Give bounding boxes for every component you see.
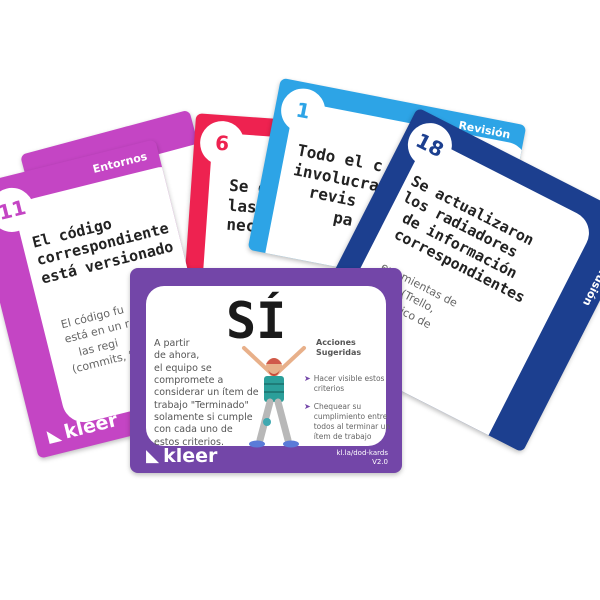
card-url: kl.la/dod-kards V2.0 — [336, 449, 388, 467]
actions-title: Acciones Sugeridas — [316, 338, 362, 358]
url-text: kl.la/dod-kards — [336, 448, 388, 457]
kleer-logo-icon: ◣ — [45, 424, 64, 447]
card-category: Difusión — [579, 256, 600, 309]
action-text: Chequear su cumplimiento entre todos al … — [313, 402, 391, 442]
arrow-right-icon: ➤ — [304, 374, 311, 383]
kleer-logo-icon: ◣ — [146, 446, 160, 466]
person-illustration — [242, 346, 306, 448]
version-text: V2.0 — [372, 457, 388, 466]
card-logo: ◣ kleer — [146, 445, 217, 467]
arrow-right-icon: ➤ — [304, 402, 311, 411]
action-item: ➤ Chequear su cumplimiento entre todos a… — [304, 402, 390, 443]
card-inner: SÍ A partir de ahora, el equipo se compr… — [146, 286, 390, 448]
card-si: SÍ A partir de ahora, el equipo se compr… — [130, 268, 402, 473]
action-text: Hacer visible estos criterios — [313, 374, 385, 394]
action-item: ➤ Hacer visible estos criterios — [304, 374, 384, 394]
logo-text: kleer — [163, 445, 218, 467]
